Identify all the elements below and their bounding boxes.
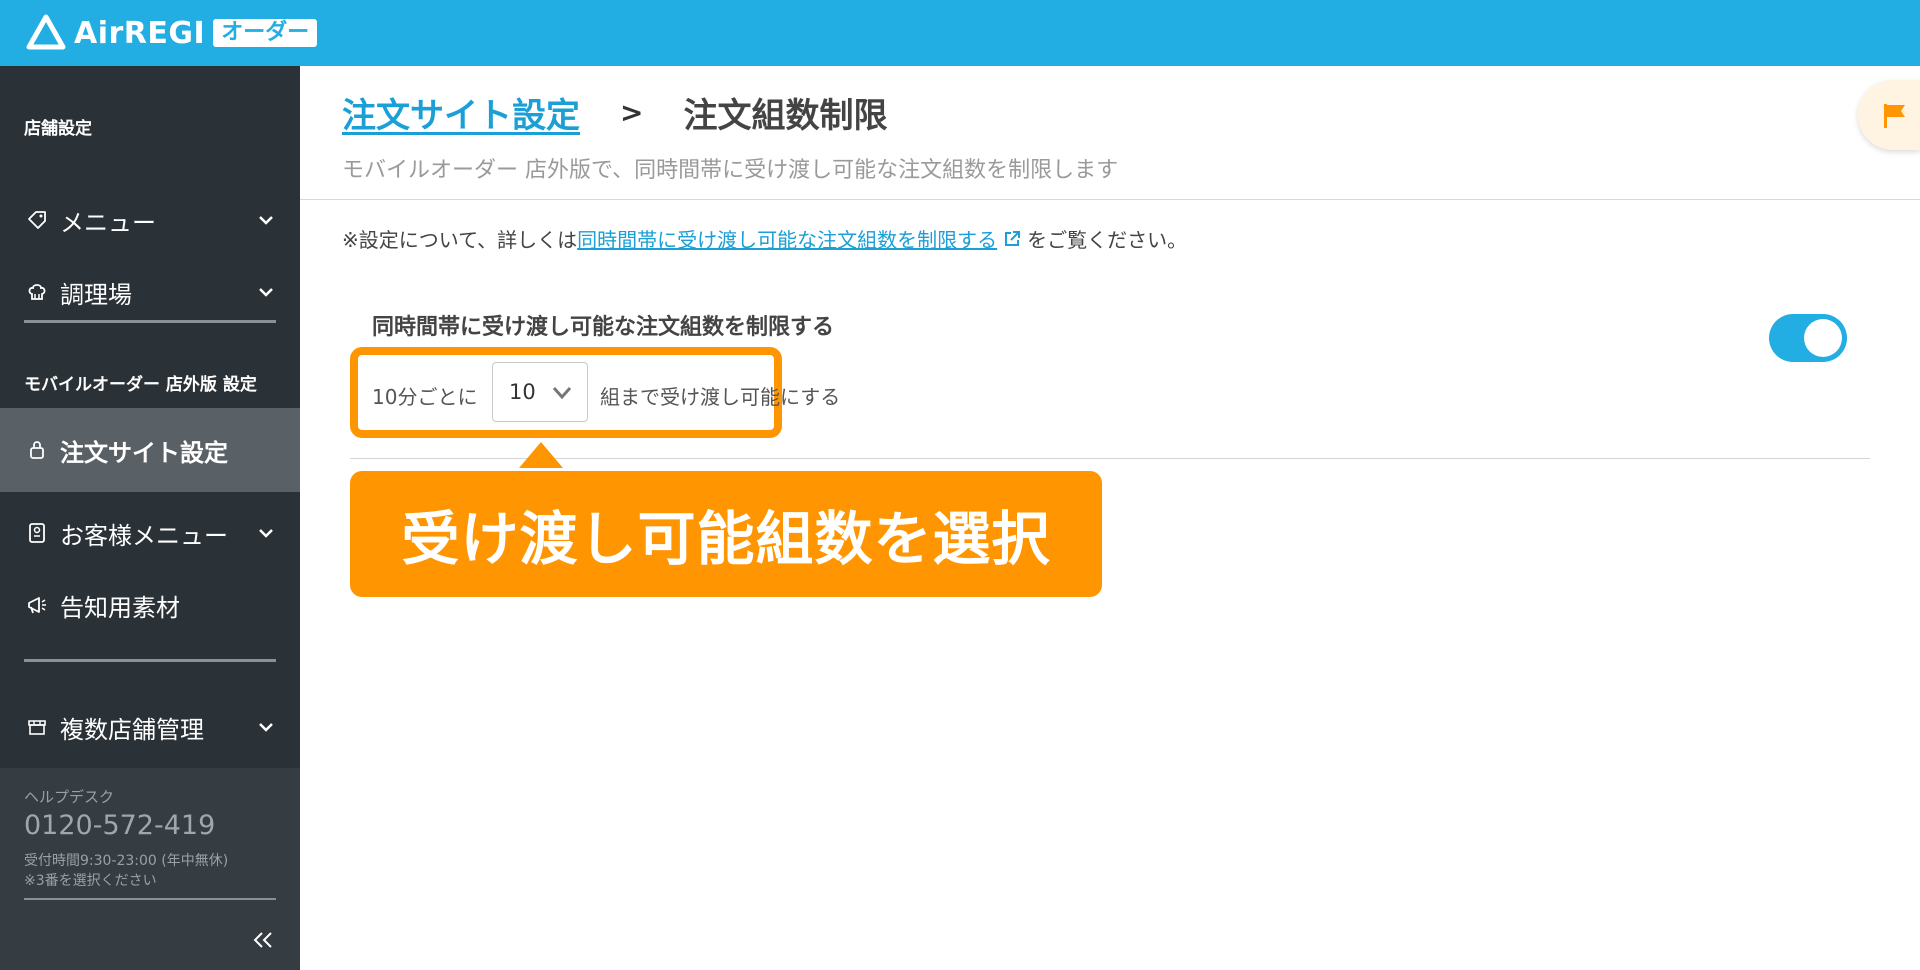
toggle-knob: [1804, 319, 1842, 357]
interval-label: 10分ごとに: [372, 385, 478, 409]
helpdesk-panel: ヘルプデスク 0120-572-419 受付時間9:30-23:00 (年中無休…: [0, 768, 300, 970]
page-subtitle: モバイルオーダー 店外版で、同時間帯に受け渡し可能な注文組数を制限します: [342, 158, 1119, 183]
note-prefix: ※設定について、詳しくは: [342, 228, 578, 252]
sidebar-item-menu[interactable]: メニュー: [0, 184, 300, 256]
chevron-down-icon: [259, 529, 273, 538]
main-content: 注文サイト設定 > 注文組数制限 モバイルオーダー 店外版で、同時間帯に受け渡し…: [300, 66, 1920, 970]
sidebar-item-promo-materials[interactable]: 告知用素材: [0, 569, 300, 641]
sidebar-section-mobile-order: モバイルオーダー 店外版 設定: [24, 375, 257, 395]
sidebar-item-customer-menu[interactable]: お客様メニュー: [0, 497, 300, 569]
sidebar-item-label: 調理場: [60, 280, 132, 309]
sidebar-section-store-settings: 店舗設定: [24, 119, 92, 139]
chevron-down-icon: [259, 288, 273, 297]
sidebar-item-order-site-settings[interactable]: 注文サイト設定: [0, 408, 300, 492]
help-note: ※設定について、詳しくは 同時間帯に受け渡し可能な注文組数を制限する をご覧くだ…: [342, 224, 1187, 253]
logo-text: AirREGI: [74, 15, 206, 51]
flag-icon: [1884, 104, 1905, 128]
collapse-sidebar-icon[interactable]: [250, 928, 276, 952]
note-suffix: をご覧ください。: [1027, 228, 1188, 252]
header-divider: [300, 199, 1920, 200]
sidebar-divider: [24, 898, 276, 900]
external-link-icon[interactable]: [1003, 230, 1021, 248]
sidebar-item-label: 告知用素材: [60, 593, 180, 622]
limit-orders-toggle[interactable]: [1769, 314, 1847, 362]
sidebar-item-label: メニュー: [60, 208, 156, 237]
tag-icon: [26, 209, 48, 231]
app-logo[interactable]: AirREGI オーダー: [26, 13, 318, 53]
callout-text: 受け渡し可能組数を選択: [401, 505, 1051, 573]
sidebar-item-multi-store[interactable]: 複数店舗管理: [0, 691, 300, 763]
breadcrumb-link-order-site-settings[interactable]: 注文サイト設定: [342, 88, 580, 137]
sidebar-item-label: 複数店舗管理: [60, 715, 204, 744]
page-title: 注文組数制限: [683, 96, 888, 136]
sidebar-divider: [24, 320, 276, 323]
sidebar-item-label: 注文サイト設定: [60, 438, 228, 467]
limit-suffix-label: 組まで受け渡し可能にする: [600, 385, 841, 409]
breadcrumb: 注文サイト設定 > 注文組数制限: [342, 88, 887, 137]
breadcrumb-separator: >: [620, 96, 644, 129]
lock-icon: [26, 439, 48, 461]
sidebar: 店舗設定 メニュー 調理場 モバイルオーダー 店外版 設定 注文サイト設定 お客…: [0, 66, 300, 970]
sidebar-divider: [24, 659, 276, 662]
megaphone-icon: [26, 594, 48, 616]
select-value: 10: [509, 380, 536, 404]
setting-label: 同時間帯に受け渡し可能な注文組数を制限する: [372, 315, 835, 340]
help-article-link[interactable]: 同時間帯に受け渡し可能な注文組数を制限する: [577, 224, 997, 253]
chef-hat-icon: [26, 281, 48, 303]
chevron-down-icon: [552, 387, 572, 400]
sidebar-item-kitchen[interactable]: 調理場: [0, 256, 300, 328]
airregi-logo-icon: [26, 14, 66, 50]
sidebar-item-label: お客様メニュー: [60, 521, 228, 550]
top-header: AirREGI オーダー: [0, 0, 1920, 66]
chevron-down-icon: [259, 216, 273, 225]
helpdesk-hours: 受付時間9:30-23:00 (年中無休): [24, 853, 229, 869]
instruction-callout: 受け渡し可能組数を選択: [350, 471, 1102, 597]
row-divider: [350, 458, 1870, 459]
callout-pointer: [519, 442, 563, 468]
helpdesk-note: ※3番を選択ください: [24, 873, 157, 889]
chevron-down-icon: [259, 723, 273, 732]
flag-button[interactable]: [1858, 80, 1920, 150]
helpdesk-phone: 0120-572-419: [24, 810, 216, 841]
store-icon: [26, 716, 48, 738]
order-count-select[interactable]: 10: [492, 362, 588, 422]
helpdesk-title: ヘルプデスク: [24, 788, 115, 806]
logo-badge: オーダー: [213, 19, 318, 47]
menu-card-icon: [26, 522, 48, 544]
